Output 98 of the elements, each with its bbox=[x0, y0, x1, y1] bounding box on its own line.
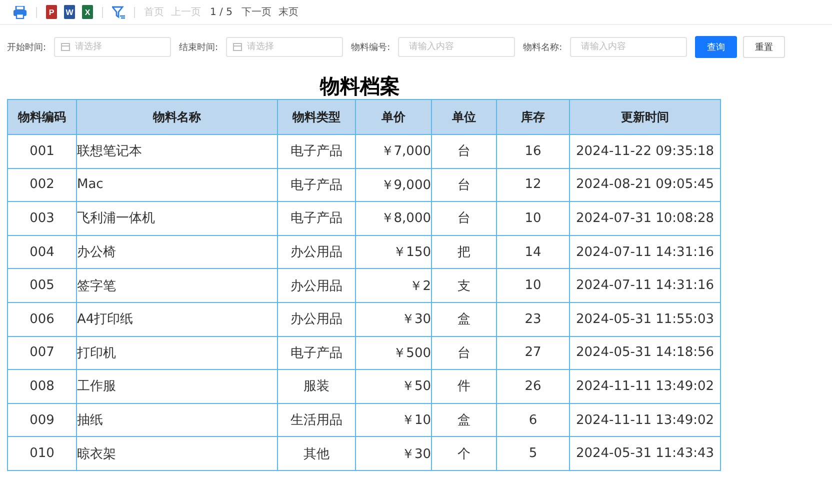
table-cell: 004 bbox=[8, 235, 76, 269]
table-cell: 抽纸 bbox=[76, 403, 278, 437]
table-cell: 5 bbox=[496, 436, 570, 470]
table-cell: 办公用品 bbox=[278, 235, 356, 269]
table-cell: 把 bbox=[432, 235, 496, 269]
table-cell: 2024-11-11 13:49:02 bbox=[570, 370, 720, 404]
excel-export-button[interactable]: X bbox=[82, 5, 93, 19]
table-cell: 2024-05-31 11:55:03 bbox=[570, 302, 720, 336]
table-cell: 002 bbox=[8, 168, 76, 202]
table-cell: 晾衣架 bbox=[76, 436, 278, 470]
column-header: 物料名称 bbox=[76, 100, 278, 134]
table-cell: ￥7,000 bbox=[356, 134, 432, 168]
table-cell: ￥2 bbox=[356, 268, 432, 302]
table-cell: ￥9,000 bbox=[356, 168, 432, 202]
table-title: 物料档案 bbox=[318, 73, 401, 99]
table-cell: 电子产品 bbox=[278, 134, 356, 168]
table-cell: 办公用品 bbox=[278, 268, 356, 302]
column-header: 单价 bbox=[356, 100, 432, 134]
table-cell: 006 bbox=[8, 302, 76, 336]
table-cell: 飞利浦一体机 bbox=[76, 202, 278, 236]
print-icon[interactable] bbox=[13, 6, 27, 18]
table-cell: 台 bbox=[432, 134, 496, 168]
table-cell: 2024-07-11 14:31:16 bbox=[570, 268, 720, 302]
table-cell: 008 bbox=[8, 370, 76, 404]
word-export-button[interactable]: W bbox=[64, 5, 75, 19]
table-cell: 10 bbox=[496, 202, 570, 236]
table-cell: 电子产品 bbox=[278, 336, 356, 370]
table-cell: 2024-05-31 11:43:43 bbox=[570, 436, 720, 470]
table-cell: 2024-07-11 14:31:16 bbox=[570, 235, 720, 269]
table-cell: 电子产品 bbox=[278, 168, 356, 202]
table-cell: Mac bbox=[76, 168, 278, 202]
column-header: 更新时间 bbox=[570, 100, 720, 134]
table-cell: 台 bbox=[432, 336, 496, 370]
table-cell: 007 bbox=[8, 336, 76, 370]
table-cell: 14 bbox=[496, 235, 570, 269]
table-cell: 电子产品 bbox=[278, 202, 356, 236]
table-cell: 件 bbox=[432, 370, 496, 404]
filter-label: 结束时间: bbox=[179, 42, 218, 54]
table-cell: 办公用品 bbox=[278, 302, 356, 336]
table-cell: 003 bbox=[8, 202, 76, 236]
pager-link[interactable]: 末页 bbox=[278, 5, 298, 19]
column-header: 库存 bbox=[496, 100, 570, 134]
column-header: 单位 bbox=[432, 100, 496, 134]
table-cell: 010 bbox=[8, 436, 76, 470]
table-cell: 生活用品 bbox=[278, 403, 356, 437]
filter-label: 开始时间: bbox=[7, 42, 46, 54]
table-cell: 10 bbox=[496, 268, 570, 302]
table-cell: 台 bbox=[432, 202, 496, 236]
column-header: 物料类型 bbox=[278, 100, 356, 134]
table-cell: 签字笔 bbox=[76, 268, 278, 302]
table-cell: 台 bbox=[432, 168, 496, 202]
pager-link[interactable]: 下一页 bbox=[241, 5, 272, 19]
filter-label: 物料编号: bbox=[351, 42, 390, 54]
input-field[interactable]: 请输入内容 bbox=[570, 37, 688, 57]
table-cell: 2024-07-31 10:08:28 bbox=[570, 202, 720, 236]
filter-icon[interactable] bbox=[112, 6, 125, 18]
table-cell: 办公椅 bbox=[76, 235, 278, 269]
table-cell: ￥8,000 bbox=[356, 202, 432, 236]
table-cell: ￥50 bbox=[356, 370, 432, 404]
table-cell: 2024-11-11 13:49:02 bbox=[570, 403, 720, 437]
input-field[interactable]: 请输入内容 bbox=[398, 37, 516, 57]
table-cell: 支 bbox=[432, 268, 496, 302]
table-cell: 16 bbox=[496, 134, 570, 168]
table-cell: 12 bbox=[496, 168, 570, 202]
date-field[interactable]: 请选择 bbox=[226, 37, 344, 57]
table-cell: 服装 bbox=[278, 370, 356, 404]
table-cell: 27 bbox=[496, 336, 570, 370]
table-cell: 26 bbox=[496, 370, 570, 404]
page-indicator: 1 / 5 bbox=[210, 6, 232, 18]
table-cell: 2024-05-31 14:18:56 bbox=[570, 336, 720, 370]
table-cell: A4打印纸 bbox=[76, 302, 278, 336]
table-cell: 其他 bbox=[278, 436, 356, 470]
table-cell: 联想笔记本 bbox=[76, 134, 278, 168]
ppt-export-button[interactable]: P bbox=[46, 5, 57, 19]
table-cell: 盒 bbox=[432, 302, 496, 336]
table-cell: 6 bbox=[496, 403, 570, 437]
search-button[interactable]: 查询 bbox=[695, 36, 738, 58]
date-field[interactable]: 请选择 bbox=[54, 37, 172, 57]
table-cell: ￥30 bbox=[356, 436, 432, 470]
reset-button[interactable]: 重置 bbox=[743, 36, 786, 58]
table-cell: 23 bbox=[496, 302, 570, 336]
table-cell: 工作服 bbox=[76, 370, 278, 404]
table-cell: 001 bbox=[8, 134, 76, 168]
table-cell: 个 bbox=[432, 436, 496, 470]
column-header: 物料编码 bbox=[8, 100, 76, 134]
table-cell: 2024-11-22 09:35:18 bbox=[570, 134, 720, 168]
table-cell: ￥500 bbox=[356, 336, 432, 370]
table-cell: ￥30 bbox=[356, 302, 432, 336]
calendar-icon bbox=[61, 42, 70, 51]
table-cell: 盒 bbox=[432, 403, 496, 437]
table-cell: ￥10 bbox=[356, 403, 432, 437]
table-cell: 009 bbox=[8, 403, 76, 437]
table-cell: 2024-08-21 09:05:45 bbox=[570, 168, 720, 202]
table-cell: 005 bbox=[8, 268, 76, 302]
table-cell: ￥150 bbox=[356, 235, 432, 269]
table-cell: 打印机 bbox=[76, 336, 278, 370]
calendar-icon bbox=[233, 42, 242, 51]
filter-label: 物料名称: bbox=[523, 42, 562, 54]
